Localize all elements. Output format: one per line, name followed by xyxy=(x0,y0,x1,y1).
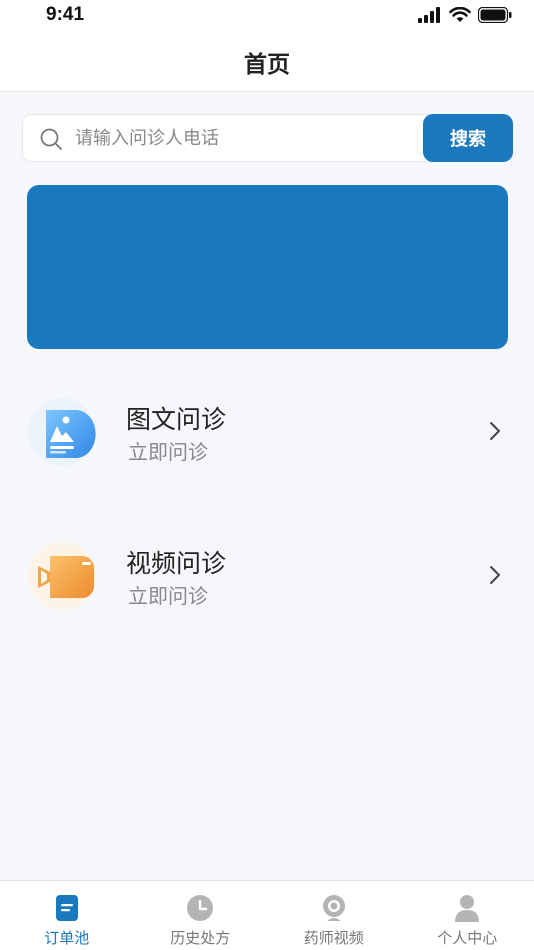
tab-label: 个人中心 xyxy=(437,929,498,947)
chevron-right-icon xyxy=(490,422,500,440)
service-image-text-consult[interactable]: 图文问诊 立即问诊 xyxy=(0,398,534,498)
tab-bar: 订单池 历史处方 药师视频 个人中心 xyxy=(0,880,534,950)
tab-label: 订单池 xyxy=(44,929,90,947)
tab-order-pool[interactable]: 订单池 xyxy=(0,881,134,950)
tab-pharmacist-video[interactable]: 药师视频 xyxy=(267,881,401,950)
service-subtitle: 立即问诊 xyxy=(128,584,208,608)
webcam-icon xyxy=(322,895,345,921)
signal-icon xyxy=(418,7,440,23)
search-icon xyxy=(40,128,62,150)
tab-label: 历史处方 xyxy=(170,929,231,947)
tab-history-prescriptions[interactable]: 历史处方 xyxy=(134,881,268,950)
status-icons xyxy=(418,6,512,24)
wifi-icon xyxy=(449,7,471,22)
service-subtitle: 立即问诊 xyxy=(128,440,208,464)
service-title: 视频问诊 xyxy=(126,549,227,578)
nav-bar: 首页 xyxy=(0,32,534,92)
service-video-consult[interactable]: 视频问诊 立即问诊 xyxy=(0,542,534,642)
order-pool-icon xyxy=(55,895,78,921)
user-icon xyxy=(455,895,480,922)
clock-icon xyxy=(187,895,214,921)
battery-icon xyxy=(478,7,512,23)
status-bar: 9:41 xyxy=(0,0,534,32)
chevron-right-icon xyxy=(490,566,500,584)
page-title: 首页 xyxy=(244,51,290,78)
search-button[interactable]: 搜索 xyxy=(423,114,513,162)
banner[interactable] xyxy=(27,185,508,349)
search-bar: 搜索 xyxy=(22,114,513,162)
tab-label: 药师视频 xyxy=(303,929,364,947)
service-title: 图文问诊 xyxy=(126,405,227,434)
video-camera-icon xyxy=(28,542,96,610)
status-time: 9:41 xyxy=(46,4,85,25)
image-text-icon xyxy=(28,398,96,466)
search-input[interactable] xyxy=(75,115,415,161)
tab-personal-center[interactable]: 个人中心 xyxy=(401,881,534,950)
